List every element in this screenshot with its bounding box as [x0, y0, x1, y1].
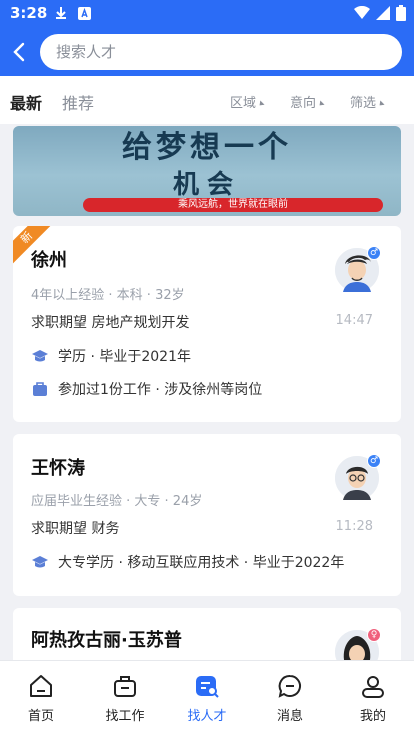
education-info: 大专学历 · 移动互联应用技术 · 毕业于2022年: [31, 552, 344, 572]
download-icon: [54, 6, 68, 24]
candidate-name: 王怀涛: [31, 458, 85, 479]
candidate-name: 徐州: [31, 250, 67, 271]
nav-messages[interactable]: 消息: [255, 673, 325, 724]
update-time: 14:47: [335, 313, 373, 328]
candidate-meta: 应届毕业生经验 · 大专 · 24岁: [31, 494, 203, 509]
job-expectation: 求职期望 房地产规划开发: [31, 315, 190, 331]
status-time: 3:28: [10, 4, 48, 22]
app-notification-icon: [78, 6, 91, 24]
banner-title: 给梦想一个: [122, 130, 292, 165]
male-icon: ♂: [367, 454, 381, 468]
back-button[interactable]: [6, 38, 32, 66]
search-placeholder: 搜索人才: [56, 43, 117, 61]
banner-slogan: 乘风远航，世界就在眼前: [83, 198, 383, 212]
graduation-cap-icon: [31, 553, 49, 571]
signal-icon: [376, 6, 390, 24]
nav-find-job[interactable]: 找工作: [90, 673, 160, 724]
filter-bar: 最新 推荐 区域 意向 筛选: [0, 76, 414, 124]
candidate-meta: 4年以上经验 · 本科 · 32岁: [31, 288, 185, 303]
home-icon: [30, 675, 52, 697]
promo-banner[interactable]: 给梦想一个 机会 乘风远航，世界就在眼前: [13, 126, 401, 216]
candidate-card[interactable]: 王怀涛 ♂ 应届毕业生经验 · 大专 · 24岁 求职期望 财务 11:28 大…: [13, 434, 401, 596]
tab-latest[interactable]: 最新: [10, 90, 42, 114]
caret-down-icon: [257, 99, 265, 108]
education-info: 学历 · 毕业于2021年: [31, 346, 191, 366]
nav-profile[interactable]: 我的: [338, 673, 408, 724]
wifi-icon: [354, 5, 370, 24]
banner-title-line2: 机会: [172, 170, 241, 200]
tab-recommend[interactable]: 推荐: [62, 90, 94, 114]
status-bar: 3:28: [0, 0, 414, 28]
male-icon: ♂: [367, 246, 381, 260]
profile-icon: [362, 676, 384, 698]
graduation-cap-icon: [31, 347, 49, 365]
avatar: ♂: [335, 454, 381, 500]
filter-more[interactable]: 筛选: [350, 92, 385, 111]
search-input[interactable]: 搜索人才: [40, 34, 402, 70]
talent-search-icon: [196, 676, 219, 698]
briefcase-icon: [114, 676, 136, 697]
work-info: 参加过1份工作 · 涉及徐州等岗位: [31, 379, 262, 399]
filter-intention[interactable]: 意向: [290, 92, 325, 111]
caret-down-icon: [317, 99, 325, 108]
header: 3:28 搜索人才: [0, 0, 414, 76]
female-icon: ♀: [367, 628, 381, 642]
filter-region[interactable]: 区域: [230, 92, 265, 111]
job-expectation: 求职期望 财务: [31, 521, 120, 537]
update-time: 11:28: [335, 519, 373, 534]
caret-down-icon: [377, 99, 385, 108]
message-icon: [278, 674, 301, 698]
candidate-card[interactable]: 新 徐州 ♂ 4年以上经验 · 本科 · 32岁 求职期望 房地产规划开发 14…: [13, 226, 401, 422]
avatar: ♂: [335, 246, 381, 292]
candidate-name: 阿热孜古丽·玉苏普: [31, 630, 182, 651]
briefcase-icon: [31, 380, 49, 398]
bottom-nav: 首页 找工作 找人才 消息 我的: [0, 660, 414, 736]
candidate-card[interactable]: 阿热孜古丽·玉苏普 ♀: [13, 608, 401, 668]
back-arrow-icon: [13, 42, 25, 62]
battery-icon: [396, 5, 406, 25]
nav-find-talent[interactable]: 找人才: [172, 673, 242, 724]
nav-home[interactable]: 首页: [6, 673, 76, 724]
